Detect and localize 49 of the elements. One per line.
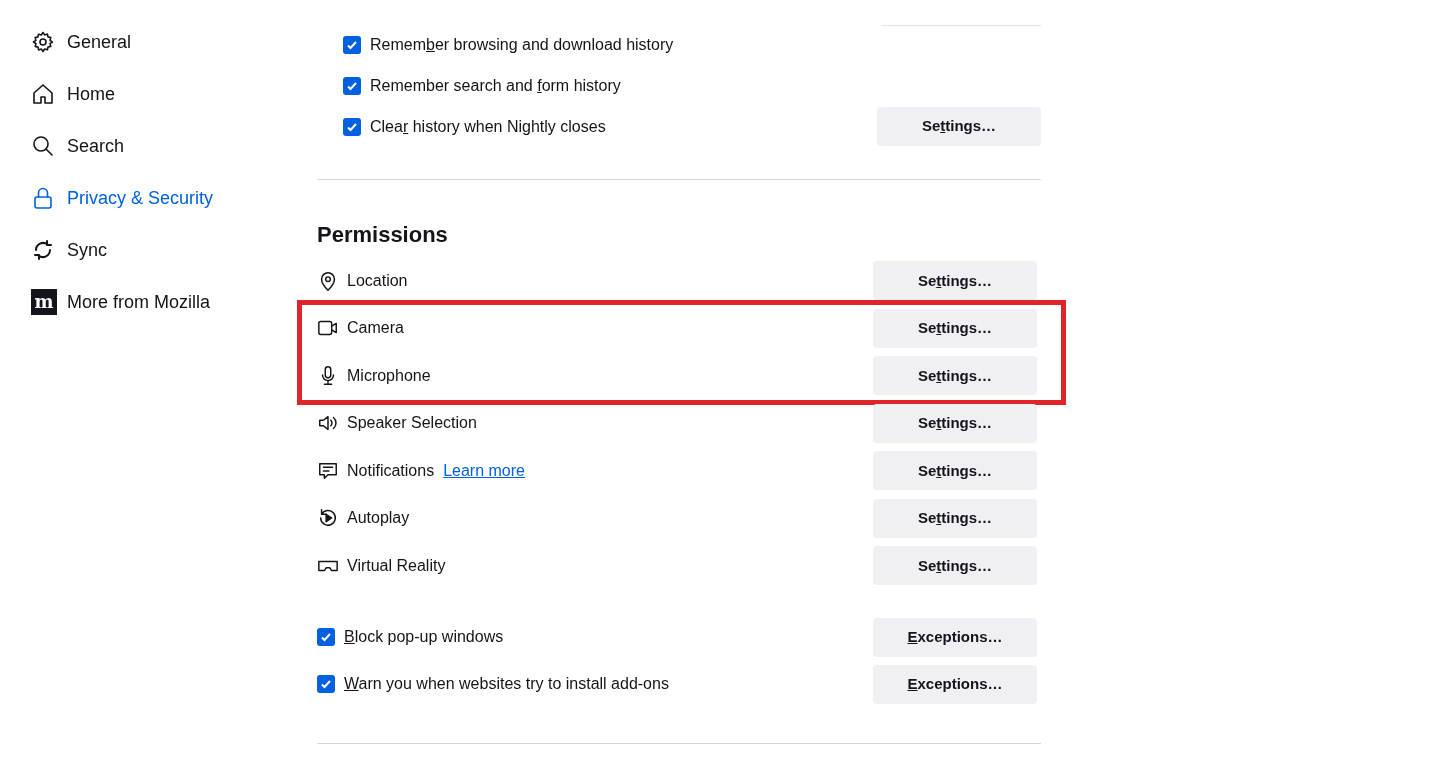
settings-button[interactable]: Settings… [877, 107, 1041, 146]
settings-button[interactable]: Settings… [873, 498, 1037, 538]
section-heading: Permissions [317, 221, 449, 249]
sidebar-item[interactable]: Sync [31, 224, 108, 276]
settings-icon [31, 30, 55, 54]
permission-label: Camera [347, 318, 404, 339]
permission-label: Notifications [347, 460, 435, 481]
sidebar-item[interactable]: Search [31, 120, 125, 172]
permission-label: Location [347, 270, 408, 291]
search-icon [31, 134, 55, 158]
sidebar-label: Home [67, 82, 115, 106]
checkbox[interactable] [343, 35, 361, 54]
sidebar-label: Privacy & Security [67, 186, 214, 210]
checkbox-label: Warn you when websites try to install add-ons [344, 674, 669, 694]
mozilla-logo-icon: m [31, 289, 57, 315]
settings-button[interactable]: Settings… [873, 308, 1037, 348]
permission-label: Virtual Reality [347, 555, 446, 576]
sidebar-item[interactable]: General [31, 16, 132, 68]
checkbox[interactable] [343, 76, 361, 95]
checkbox-label: Block pop-up windows [344, 627, 504, 647]
settings-button[interactable]: Settings… [873, 451, 1037, 491]
permission-label: Speaker Selection [347, 413, 477, 434]
sidebar-label: Search [67, 134, 125, 158]
checkbox-label: Clear history when Nightly closes [370, 116, 606, 137]
settings-button[interactable]: Settings… [873, 403, 1037, 443]
lock-icon [31, 186, 55, 210]
settings-button[interactable]: Exceptions… [873, 664, 1037, 704]
settings-button[interactable]: Settings… [873, 356, 1037, 396]
settings-button[interactable]: Exceptions… [873, 617, 1037, 657]
permission-label: Autoplay [347, 508, 410, 529]
sidebar-item[interactable]: Privacy & Security [31, 172, 214, 224]
settings-button[interactable]: Settings… [873, 261, 1037, 301]
sidebar-label: More from Mozilla [67, 290, 211, 314]
check-icon [320, 631, 332, 643]
checkbox[interactable] [343, 117, 361, 136]
checkbox-label: Remember search and form history [370, 75, 621, 96]
sync-icon [31, 238, 55, 262]
checkbox-label: Remember browsing and download history [370, 34, 674, 55]
permission-label: Microphone [347, 365, 431, 386]
sidebar-label: Sync [67, 238, 108, 262]
settings-button[interactable]: Settings… [873, 546, 1037, 586]
sidebar-item[interactable]: m More from Mozilla [31, 276, 211, 328]
check-icon [320, 678, 332, 690]
checkbox[interactable] [317, 675, 335, 693]
home-icon [31, 82, 55, 106]
sidebar-item[interactable]: Home [31, 68, 115, 120]
checkbox[interactable] [317, 628, 335, 646]
learn-more-link[interactable]: Learn more [443, 458, 525, 483]
sidebar-label: General [67, 30, 132, 54]
